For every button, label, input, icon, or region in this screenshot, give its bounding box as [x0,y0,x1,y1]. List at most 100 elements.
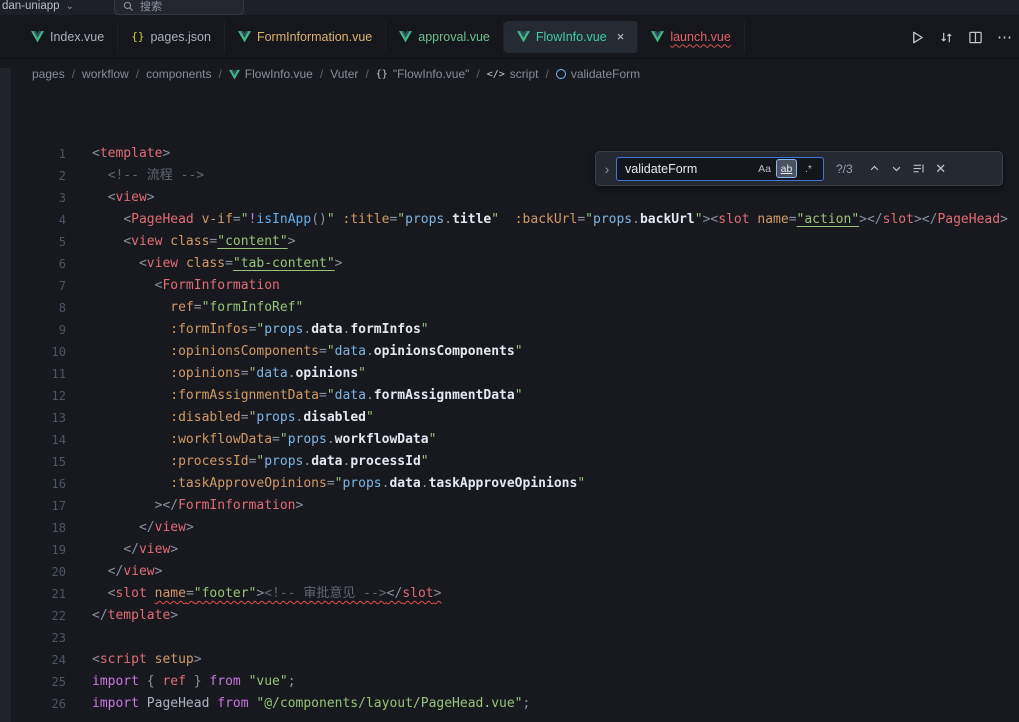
code-line[interactable]: 11 :opinions="data.opinions" [0,363,1019,385]
code-line-content[interactable]: <FormInformation [66,275,280,297]
code-line-content[interactable]: <view class="tab-content"> [66,253,342,275]
code-token: " [421,322,429,337]
breadcrumb-item-workflow[interactable]: workflow [82,67,129,81]
close-icon[interactable]: × [617,29,625,44]
code-line[interactable]: 9 :formInfos="props.data.formInfos" [0,319,1019,341]
code-line-content[interactable]: <view class="content"> [66,231,296,253]
regex-icon[interactable]: .* [798,159,819,178]
code-line[interactable]: 4 <PageHead v-if="!isInApp()" :title="pr… [0,209,1019,231]
code-line-content[interactable]: <!-- 流程 --> [66,165,204,187]
code-line-content[interactable]: :formAssignmentData="data.formAssignment… [66,385,523,407]
code-line[interactable]: 12 :formAssignmentData="data.formAssignm… [0,385,1019,407]
code-line-content[interactable]: <slot name="footer"><!-- 审批意见 --></slot> [66,583,441,605]
tab-approval-vue[interactable]: approval.vue [386,21,504,53]
whole-word-icon[interactable]: ab [776,159,797,178]
close-icon[interactable]: ✕ [931,159,951,179]
code-line-content[interactable]: :formInfos="props.data.formInfos" [66,319,429,341]
code-line[interactable]: 24<script setup> [0,649,1019,671]
tab-forminformation-vue[interactable]: FormInformation.vue [225,21,386,53]
code-line[interactable]: 22</template> [0,605,1019,627]
code-token: PageHead [131,212,194,227]
code-line[interactable]: 25import { ref } from "vue"; [0,671,1019,693]
more-actions-icon[interactable]: ⋯ [997,28,1013,46]
code-line[interactable]: 20 </view> [0,561,1019,583]
code-line-content[interactable]: :processId="props.data.processId" [66,451,429,473]
code-token: "tab-content" [233,256,335,271]
breadcrumb-label: workflow [82,67,129,81]
toggle-replace-icon[interactable]: › [600,161,614,177]
code-token: :workflowData [170,432,272,447]
code-line-content[interactable]: :opinionsComponents="data.opinionsCompon… [66,341,523,363]
breadcrumb-label: components [146,67,211,81]
breadcrumb-item-flowinfo-module[interactable]: {} "FlowInfo.vue" [376,67,470,81]
code-line-content[interactable]: <script setup> [66,649,202,671]
code-line-content[interactable] [66,627,92,649]
titlebar-search-label: 搜索 [140,0,162,14]
code-line-content[interactable]: ref="formInfoRef" [66,297,303,319]
run-icon[interactable] [910,30,925,45]
code-token: = [233,212,241,227]
code-line[interactable]: 15 :processId="props.data.processId" [0,451,1019,473]
code-line[interactable]: 14 :workflowData="props.workflowData" [0,429,1019,451]
code-line-content[interactable]: <view> [66,187,155,209]
code-line[interactable]: 21 <slot name="footer"><!-- 审批意见 --></sl… [0,583,1019,605]
breadcrumb-separator: / [545,67,548,81]
code-line[interactable]: 26import PageHead from "@/components/lay… [0,693,1019,715]
tab-pages-json[interactable]: {} pages.json [118,21,225,53]
code-line-content[interactable]: :workflowData="props.workflowData" [66,429,436,451]
breadcrumb-item-flowinfo-vue[interactable]: FlowInfo.vue [229,67,313,81]
code-token: backUrl [640,212,695,227]
code-line-content[interactable]: import PageHead from "@/components/layou… [66,693,530,715]
code-line-content[interactable]: :opinions="data.opinions" [66,363,366,385]
code-line[interactable]: 6 <view class="tab-content"> [0,253,1019,275]
find-in-selection-icon[interactable] [909,159,929,179]
code-line[interactable]: 7 <FormInformation [0,275,1019,297]
code-line-content[interactable]: </view> [66,517,194,539]
code-line-content[interactable]: <PageHead v-if="!isInApp()" :title="prop… [66,209,1008,231]
code-token: slot [402,586,433,601]
next-match-icon[interactable] [887,159,907,179]
code-line-content[interactable]: </view> [66,561,162,583]
code-token: ></ [155,498,178,513]
breadcrumb-separator: / [136,67,139,81]
code-line-content[interactable]: :taskApproveOpinions="props.data.taskApp… [66,473,585,495]
titlebar-search[interactable]: 搜索 [114,0,244,15]
code-line-content[interactable]: </template> [66,605,178,627]
editor-pane[interactable]: › validateForm Aa ab .* ?/3 ✕ 1<template… [0,143,1019,722]
project-name: dan-uniapp [2,0,60,12]
code-line[interactable]: 5 <view class="content"> [0,231,1019,253]
project-menu[interactable]: dan-uniapp ⌄ [0,0,74,12]
previous-match-icon[interactable] [865,159,885,179]
breadcrumb-item-vuter[interactable]: Vuter [330,67,358,81]
code-line[interactable]: 18 </view> [0,517,1019,539]
code-line[interactable]: 17 ></FormInformation> [0,495,1019,517]
compare-changes-icon[interactable] [939,30,954,45]
code-line-content[interactable]: ></FormInformation> [66,495,303,517]
find-query-text[interactable]: validateForm [625,162,753,176]
tab-index-vue[interactable]: Index.vue [18,21,118,53]
tab-launch-vue[interactable]: launch.vue [638,21,744,53]
code-token [92,564,108,579]
code-line[interactable]: 10 :opinionsComponents="data.opinionsCom… [0,341,1019,363]
code-line-content[interactable]: import { ref } from "vue"; [66,671,296,693]
code-line[interactable]: 16 :taskApproveOpinions="props.data.task… [0,473,1019,495]
tab-flowinfo-vue[interactable]: FlowInfo.vue × [504,21,638,53]
code-line-content[interactable]: </view> [66,539,178,561]
code-token: import [92,696,139,711]
code-line[interactable]: 13 :disabled="props.disabled" [0,407,1019,429]
code-line[interactable]: 3 <view> [0,187,1019,209]
breadcrumb-item-components[interactable]: components [146,67,211,81]
code-token: from [209,674,240,689]
code-line[interactable]: 8 ref="formInfoRef" [0,297,1019,319]
code-token [92,454,170,469]
code-line-content[interactable]: :disabled="props.disabled" [66,407,374,429]
code-line[interactable]: 23 [0,627,1019,649]
match-case-icon[interactable]: Aa [754,159,775,178]
breadcrumb-item-script[interactable]: </> script [487,67,539,81]
breadcrumb-item-pages[interactable]: pages [32,67,65,81]
breadcrumb-item-validateform[interactable]: validateForm [556,67,640,81]
find-input[interactable]: validateForm Aa ab .* [616,157,824,181]
split-editor-icon[interactable] [968,30,983,45]
code-line[interactable]: 19 </view> [0,539,1019,561]
code-line-content[interactable]: <template> [66,143,170,165]
